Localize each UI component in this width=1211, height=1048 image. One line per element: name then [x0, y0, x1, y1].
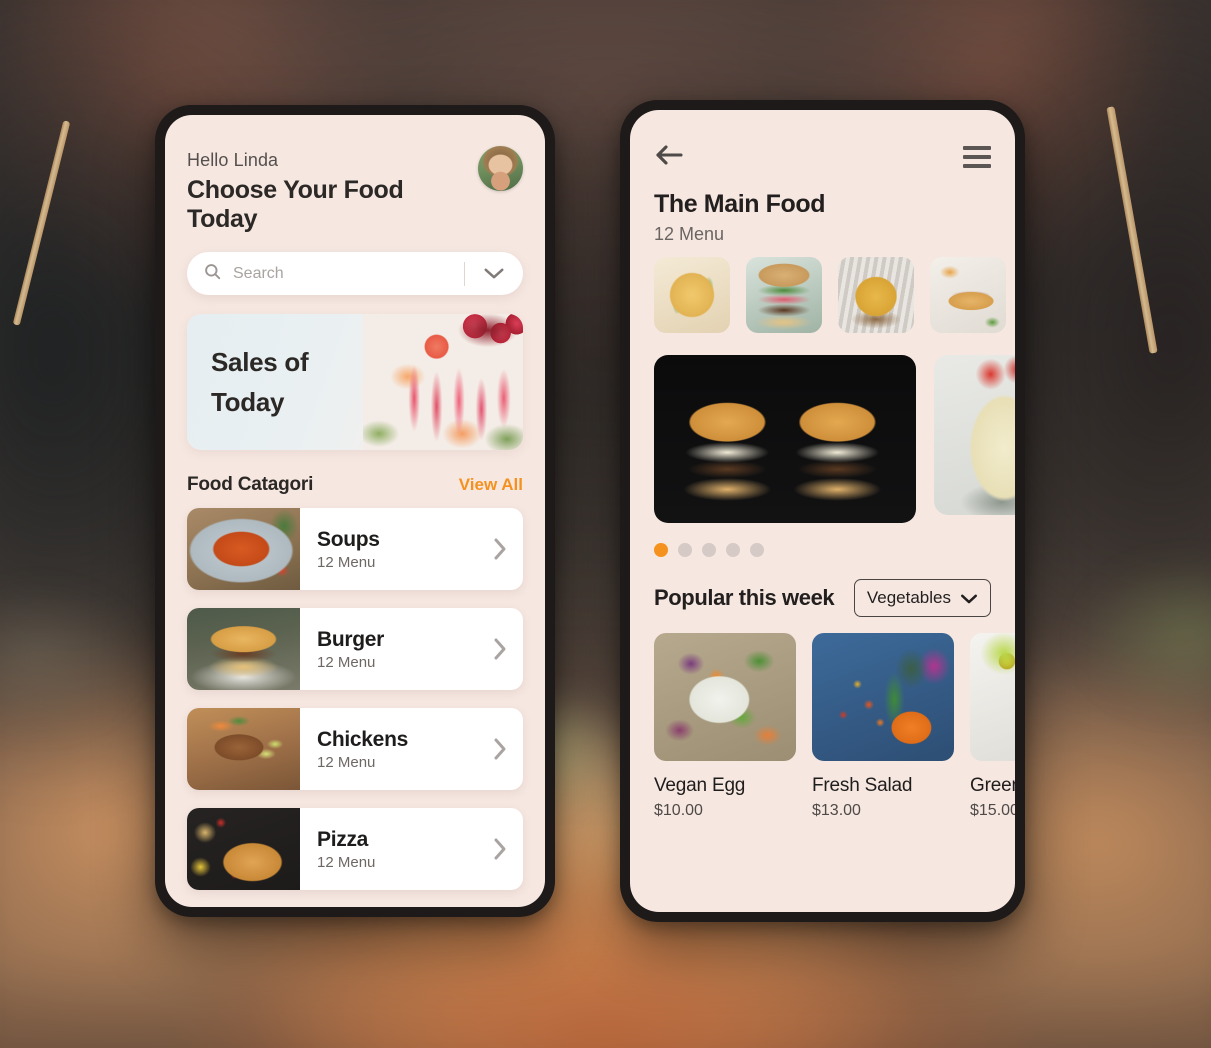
- sales-banner[interactable]: Sales of Today: [187, 314, 523, 450]
- green-bowl-image: [970, 633, 1015, 761]
- category-body: Pizza 12 Menu: [300, 828, 477, 871]
- banner-fruit-image: [363, 314, 523, 450]
- page-title: The Main Food: [654, 190, 826, 218]
- category-menu-count: 12 Menu: [317, 853, 376, 871]
- search-icon: [203, 262, 222, 286]
- product-price: $10.00: [654, 802, 703, 819]
- avatar[interactable]: [478, 146, 523, 191]
- category-name: Burger: [317, 627, 385, 651]
- left-screen: Hello Linda Choose Your Food Today Searc…: [165, 115, 545, 907]
- hamburger-line: [963, 164, 991, 168]
- product-card[interactable]: Fresh Salad $13.00: [812, 633, 954, 820]
- pizza-thumbnail[interactable]: [654, 257, 730, 333]
- burger-thumbnail[interactable]: [746, 257, 822, 333]
- list-item[interactable]: Pizza 12 Menu: [187, 808, 523, 890]
- banner-text: Sales of Today: [211, 342, 309, 423]
- pizza-image: [187, 808, 300, 890]
- right-screen: The Main Food 12 Menu Popular this week …: [630, 110, 1015, 912]
- fried-rice-thumbnail[interactable]: [838, 257, 914, 333]
- chicken-image: [187, 708, 300, 790]
- carousel-pagination: [654, 543, 991, 557]
- filter-value: Vegetables: [866, 588, 951, 607]
- list-item[interactable]: Chickens 12 Menu: [187, 708, 523, 790]
- category-menu-count: 12 Menu: [317, 553, 376, 571]
- category-name: Soups: [317, 527, 380, 551]
- popular-header: Popular this week Vegetables: [654, 579, 991, 617]
- phone-mockup-left: Hello Linda Choose Your Food Today Searc…: [155, 105, 555, 917]
- category-menu-count: 12 Menu: [317, 653, 376, 671]
- view-all-link[interactable]: View All: [459, 475, 523, 495]
- category-body: Chickens 12 Menu: [300, 728, 477, 771]
- soup-image: [187, 508, 300, 590]
- right-header-bar: [654, 140, 991, 174]
- chevron-right-icon[interactable]: [477, 837, 523, 861]
- menu-count: 12 Menu: [654, 224, 725, 244]
- vegan-egg-image: [654, 633, 796, 761]
- chevron-down-icon: [484, 268, 504, 279]
- back-button[interactable]: [654, 144, 684, 171]
- carousel-dot-1[interactable]: [654, 543, 668, 557]
- product-price: $13.00: [812, 802, 861, 819]
- greeting-text: Hello Linda: [187, 150, 279, 170]
- product-name: Vegan Egg: [654, 775, 746, 796]
- list-item[interactable]: Burger 12 Menu: [187, 608, 523, 690]
- banner-line-2: Today: [211, 387, 285, 418]
- chevron-right-icon[interactable]: [477, 737, 523, 761]
- chevron-right-icon[interactable]: [477, 537, 523, 561]
- product-card[interactable]: Vegan Egg $10.00: [654, 633, 796, 820]
- food-category-header: Food Catagori View All: [187, 474, 523, 496]
- banner-line-1: Sales of: [211, 347, 309, 377]
- hamburger-line: [963, 146, 991, 150]
- carousel-dot-5[interactable]: [750, 543, 764, 557]
- search-bar[interactable]: [187, 252, 523, 295]
- thumbnail-row: [654, 257, 1006, 333]
- hamburger-line: [963, 155, 991, 159]
- category-name: Pizza: [317, 827, 369, 851]
- left-header: Hello Linda Choose Your Food Today: [187, 146, 523, 234]
- arrow-left-icon: [656, 144, 683, 165]
- product-list: Vegan Egg $10.00 Fresh Salad $13.00 Gree…: [654, 633, 1015, 820]
- section-title: Food Catagori: [187, 474, 314, 495]
- carousel-dot-2[interactable]: [678, 543, 692, 557]
- category-name: Chickens: [317, 727, 408, 751]
- phone-mockup-right: The Main Food 12 Menu Popular this week …: [620, 100, 1025, 922]
- list-item[interactable]: Soups 12 Menu: [187, 508, 523, 590]
- category-list: Soups 12 Menu Burger 12 Menu Chickens 12…: [187, 508, 523, 890]
- product-card[interactable]: Green $15.00: [970, 633, 1015, 820]
- fresh-salad-image: [812, 633, 954, 761]
- carousel-dot-4[interactable]: [726, 543, 740, 557]
- strawberry-dessert-slide[interactable]: [934, 355, 1015, 515]
- product-name: Green: [970, 775, 1015, 796]
- carousel-dot-3[interactable]: [702, 543, 716, 557]
- search-dropdown-button[interactable]: [465, 267, 523, 280]
- search-input[interactable]: [233, 252, 464, 295]
- product-name: Fresh Salad: [812, 775, 913, 796]
- hamburger-menu-icon[interactable]: [963, 146, 991, 168]
- double-cheeseburger-slide[interactable]: [654, 355, 916, 523]
- category-filter-dropdown[interactable]: Vegetables: [853, 579, 991, 617]
- hotdog-thumbnail[interactable]: [930, 257, 1006, 333]
- product-price: $15.00: [970, 802, 1015, 819]
- chevron-right-icon[interactable]: [477, 637, 523, 661]
- page-title: Choose Your Food Today: [187, 176, 404, 233]
- category-body: Burger 12 Menu: [300, 628, 477, 671]
- burger-image: [187, 608, 300, 690]
- category-body: Soups 12 Menu: [300, 528, 477, 571]
- category-menu-count: 12 Menu: [317, 753, 376, 771]
- chevron-down-icon: [960, 594, 978, 603]
- hero-carousel: [654, 355, 1015, 523]
- popular-title: Popular this week: [654, 585, 835, 610]
